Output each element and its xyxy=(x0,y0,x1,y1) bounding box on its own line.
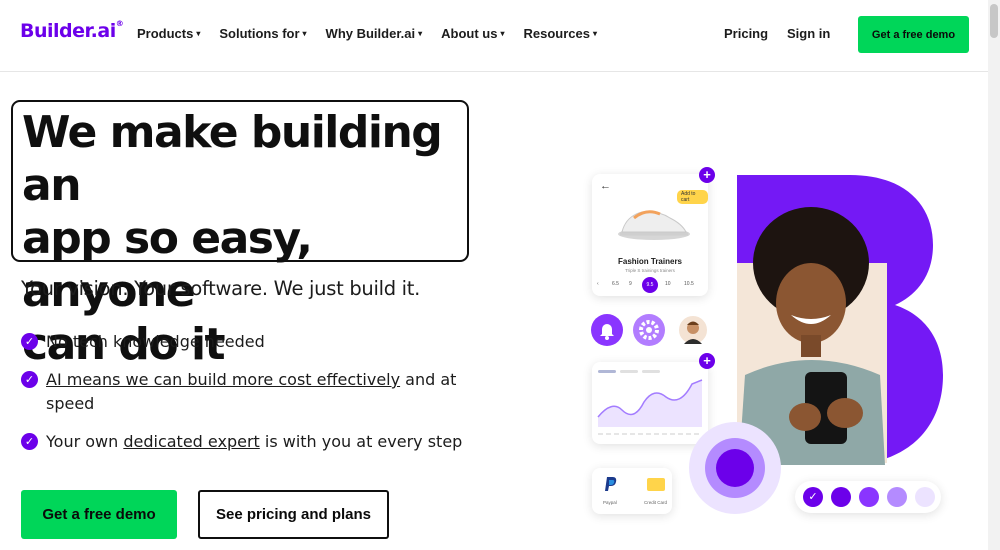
pricing-plans-button[interactable]: See pricing and plans xyxy=(198,490,389,539)
headline-line-2: app so easy, anyone xyxy=(22,213,313,317)
back-arrow-icon[interactable]: ← xyxy=(600,180,611,192)
check-circle-icon: ✓ xyxy=(21,371,38,388)
size-option[interactable]: 6.5 xyxy=(612,281,619,287)
get-demo-button-header[interactable]: Get a free demo xyxy=(858,16,969,53)
paypal-icon xyxy=(605,477,617,491)
size-option[interactable]: ‹ xyxy=(597,281,599,287)
dedicated-expert-link[interactable]: dedicated expert xyxy=(123,432,259,451)
line-graph-image xyxy=(597,370,703,435)
builder-b-graphic xyxy=(737,175,943,465)
step-dot xyxy=(887,487,907,507)
progress-dots: ✓ xyxy=(795,481,941,513)
page-scrollbar[interactable] xyxy=(988,0,1000,550)
chevron-down-icon: ▾ xyxy=(196,29,201,38)
size-option[interactable]: 10.5 xyxy=(684,281,694,287)
chevron-down-icon: ▾ xyxy=(592,29,597,38)
payment-methods-card: Paypal Credit Card xyxy=(592,468,672,514)
scrollbar-thumb[interactable] xyxy=(990,4,998,38)
paypal-label: Paypal xyxy=(603,500,617,505)
nav-products[interactable]: Products ▾ xyxy=(137,26,200,41)
step-dot-complete: ✓ xyxy=(803,487,823,507)
decorative-ring xyxy=(716,449,754,487)
size-selector: ‹ 6.5 9 9.5 10 10.5 xyxy=(592,277,708,293)
hero-subtitle: Your vision. Your software. We just buil… xyxy=(21,277,421,300)
nav-about-us[interactable]: About us ▾ xyxy=(441,26,504,41)
pricing-link[interactable]: Pricing xyxy=(724,26,768,41)
headline-line-1: We make building an xyxy=(22,107,443,211)
size-option[interactable]: 9 xyxy=(629,281,632,287)
builder-logo[interactable]: Builder.ai® xyxy=(20,19,124,42)
chevron-down-icon: ▾ xyxy=(500,29,505,38)
feature-item: ✓ No tech knowledge needed xyxy=(21,330,481,354)
check-circle-icon: ✓ xyxy=(21,433,38,450)
chevron-down-icon: ▾ xyxy=(418,29,423,38)
nav-solutions-for[interactable]: Solutions for ▾ xyxy=(219,26,306,41)
plus-icon[interactable]: + xyxy=(699,167,715,183)
product-subtitle: Triple S trainings trainers xyxy=(625,268,675,273)
feature-list: ✓ No tech knowledge needed ✓ AI means we… xyxy=(21,330,481,468)
credit-card-icon xyxy=(647,478,665,491)
step-dot xyxy=(859,487,879,507)
feature-item: ✓ AI means we can build more cost effect… xyxy=(21,368,481,416)
product-card: ← Add to cart Fashion Trainers Triple S … xyxy=(592,174,708,296)
analytics-card xyxy=(592,362,708,444)
product-name: Fashion Trainers xyxy=(617,257,683,266)
bell-icon xyxy=(591,314,623,346)
chevron-down-icon: ▾ xyxy=(302,29,307,38)
plus-icon[interactable]: + xyxy=(699,353,715,369)
step-dot xyxy=(915,487,935,507)
hero-illustration: ← Add to cart Fashion Trainers Triple S … xyxy=(585,165,965,525)
credit-card-label: Credit Card xyxy=(644,500,668,505)
sign-in-link[interactable]: Sign in xyxy=(787,26,830,41)
nav-why-builder[interactable]: Why Builder.ai ▾ xyxy=(326,26,423,41)
gear-icon xyxy=(633,314,665,346)
size-option-selected[interactable]: 9.5 xyxy=(642,277,658,293)
get-demo-button[interactable]: Get a free demo xyxy=(21,490,177,539)
sneaker-image xyxy=(618,210,690,240)
site-header: Builder.ai® Products ▾ Solutions for ▾ Why… xyxy=(0,0,988,72)
check-circle-icon: ✓ xyxy=(21,333,38,350)
nav-resources[interactable]: Resources ▾ xyxy=(523,26,597,41)
feature-item: ✓ Your own dedicated expert is with you … xyxy=(21,430,481,454)
avatar xyxy=(677,314,709,346)
ai-cost-link[interactable]: AI means we can build more cost effectiv… xyxy=(46,370,400,389)
size-option[interactable]: 10 xyxy=(665,281,671,287)
step-dot xyxy=(831,487,851,507)
main-nav: Products ▾ Solutions for ▾ Why Builder.ai ▾… xyxy=(137,26,616,41)
